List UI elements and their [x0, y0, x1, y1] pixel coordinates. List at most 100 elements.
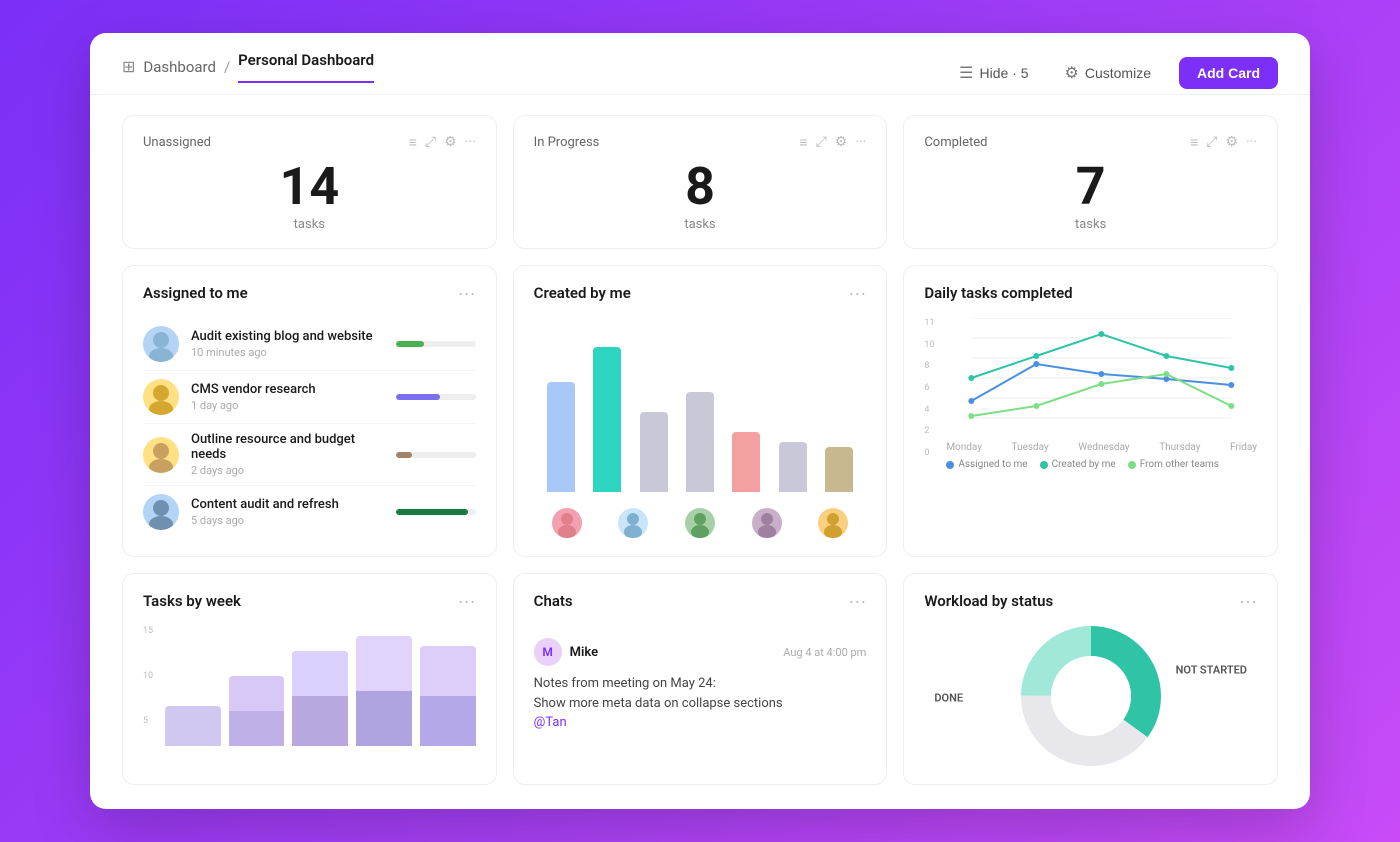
workload-card: Workload by status ···: [903, 573, 1278, 785]
chats-title: Chats: [534, 592, 573, 610]
expand-icon-3[interactable]: ⤢: [1206, 134, 1217, 151]
week-bar-group: [292, 626, 348, 746]
settings-icon[interactable]: ⚙: [444, 134, 457, 151]
task-name: Content audit and refresh: [191, 497, 384, 512]
expand-icon[interactable]: ⤢: [425, 134, 436, 151]
filter-icon-2[interactable]: ≡: [799, 134, 807, 151]
daily-tasks-card: Daily tasks completed 11 10 8 6 4 2 0: [903, 265, 1278, 557]
breadcrumb: ⊞ Dashboard / Personal Dashboard: [122, 51, 374, 94]
more-icon[interactable]: ···: [465, 134, 476, 151]
customize-button[interactable]: ⚙ Customize: [1057, 59, 1159, 87]
chat-item: M Mike Aug 4 at 4:00 pm Notes from meeti…: [534, 626, 867, 745]
assigned-to-me-card: Assigned to me ··· Audit existing blog a…: [122, 265, 497, 557]
bar-avatar: [618, 508, 648, 538]
legend-dot: [946, 461, 954, 469]
settings-icon-3[interactable]: ⚙: [1225, 134, 1238, 151]
stat-icons-completed: ≡ ⤢ ⚙ ···: [1190, 134, 1257, 151]
legend-dot-2: [1040, 461, 1048, 469]
bar-avatar: [685, 508, 715, 538]
stat-label-unassigned: Unassigned: [143, 135, 211, 150]
settings-icon-2[interactable]: ⚙: [835, 134, 848, 151]
progress-fill: [396, 394, 440, 400]
avatar: [143, 379, 179, 415]
task-item: Content audit and refresh 5 days ago: [143, 486, 476, 538]
main-grid: Assigned to me ··· Audit existing blog a…: [122, 265, 1278, 557]
bar-avatar: [552, 508, 582, 538]
task-info: Content audit and refresh 5 days ago: [191, 497, 384, 527]
chat-sender: M Mike: [534, 638, 598, 666]
bar: [547, 382, 575, 492]
header: ⊞ Dashboard / Personal Dashboard ☰ Hide …: [90, 33, 1310, 95]
breadcrumb-link[interactable]: Dashboard: [143, 58, 216, 76]
task-time: 10 minutes ago: [191, 346, 384, 359]
add-card-button[interactable]: Add Card: [1179, 57, 1278, 89]
assigned-menu-button[interactable]: ···: [458, 284, 476, 302]
donut-chart: DONE NOT STARTED: [924, 626, 1257, 766]
bar: [825, 447, 853, 492]
task-item: Audit existing blog and website 10 minut…: [143, 318, 476, 371]
task-time: 1 day ago: [191, 399, 384, 412]
page-title: Personal Dashboard: [238, 51, 374, 83]
stat-card-inprogress: In Progress ≡ ⤢ ⚙ ··· 8 tasks: [513, 115, 888, 249]
week-bar: [292, 651, 348, 746]
stat-number-unassigned: 14: [143, 161, 476, 213]
donut-svg: [1011, 616, 1171, 776]
filter-icon-3[interactable]: ≡: [1190, 134, 1198, 151]
task-list: Audit existing blog and website 10 minut…: [143, 318, 476, 538]
more-icon-3[interactable]: ···: [1246, 134, 1257, 151]
gear-icon: ⚙: [1065, 63, 1079, 83]
task-info: CMS vendor research 1 day ago: [191, 382, 384, 412]
line-chart-svg: [924, 318, 1257, 438]
progress-bar: [396, 394, 476, 400]
stat-number-inprogress: 8: [534, 161, 867, 213]
chat-tag[interactable]: @Tan: [534, 713, 867, 733]
week-bar-group: [165, 626, 221, 746]
chat-header: M Mike Aug 4 at 4:00 pm: [534, 638, 867, 666]
stat-icons: ≡ ⤢ ⚙ ···: [409, 134, 476, 151]
chat-time: Aug 4 at 4:00 pm: [783, 646, 866, 659]
tasks-week-title: Tasks by week: [143, 592, 241, 610]
task-name: Outline resource and budget needs: [191, 432, 384, 462]
bar: [640, 412, 668, 492]
legend-dot-3: [1128, 461, 1136, 469]
stat-label-completed: Completed: [924, 135, 987, 150]
hide-button[interactable]: ☰ Hide · 5: [951, 59, 1036, 87]
stats-row: Unassigned ≡ ⤢ ⚙ ··· 14 tasks In Progres…: [122, 115, 1278, 249]
stat-number-completed: 7: [924, 161, 1257, 213]
workload-label-done: DONE: [934, 687, 963, 706]
week-bar: [165, 706, 221, 746]
chats-menu[interactable]: ···: [848, 592, 866, 610]
legend-other: From other teams: [1128, 459, 1219, 470]
y-axis: 11 10 8 6 4 2 0: [924, 318, 944, 458]
tasks-week-menu[interactable]: ···: [458, 592, 476, 610]
stat-label-inprogress: In Progress: [534, 135, 600, 150]
week-bar: [420, 646, 476, 746]
bar-avatar: [818, 508, 848, 538]
task-time: 2 days ago: [191, 464, 384, 477]
progress-fill: [396, 341, 424, 347]
stat-icons-inprogress: ≡ ⤢ ⚙ ···: [799, 134, 866, 151]
bar: [732, 432, 760, 492]
bottom-grid: Tasks by week ··· 15 10 5: [122, 573, 1278, 785]
progress-bar: [396, 509, 476, 515]
task-info: Outline resource and budget needs 2 days…: [191, 432, 384, 477]
stat-unit-completed: tasks: [924, 217, 1257, 232]
task-item: Outline resource and budget needs 2 days…: [143, 424, 476, 486]
chats-card: Chats ··· M Mike Aug 4 at 4:00 pm Notes …: [513, 573, 888, 785]
week-bar: [229, 676, 285, 746]
task-info: Audit existing blog and website 10 minut…: [191, 329, 384, 359]
avatar: [143, 494, 179, 530]
workload-menu[interactable]: ···: [1239, 592, 1257, 610]
more-icon-2[interactable]: ···: [855, 134, 866, 151]
progress-fill: [396, 452, 412, 458]
created-menu-button[interactable]: ···: [848, 284, 866, 302]
breadcrumb-separator: /: [224, 58, 230, 76]
filter-icon[interactable]: ≡: [409, 134, 417, 151]
task-name: Audit existing blog and website: [191, 329, 384, 344]
assigned-card-title: Assigned to me: [143, 284, 248, 302]
bar-avatar: [752, 508, 782, 538]
stat-card-unassigned: Unassigned ≡ ⤢ ⚙ ··· 14 tasks: [122, 115, 497, 249]
created-card-title: Created by me: [534, 284, 631, 302]
week-y-labels: 15 10 5: [143, 626, 161, 726]
expand-icon-2[interactable]: ⤢: [816, 134, 827, 151]
